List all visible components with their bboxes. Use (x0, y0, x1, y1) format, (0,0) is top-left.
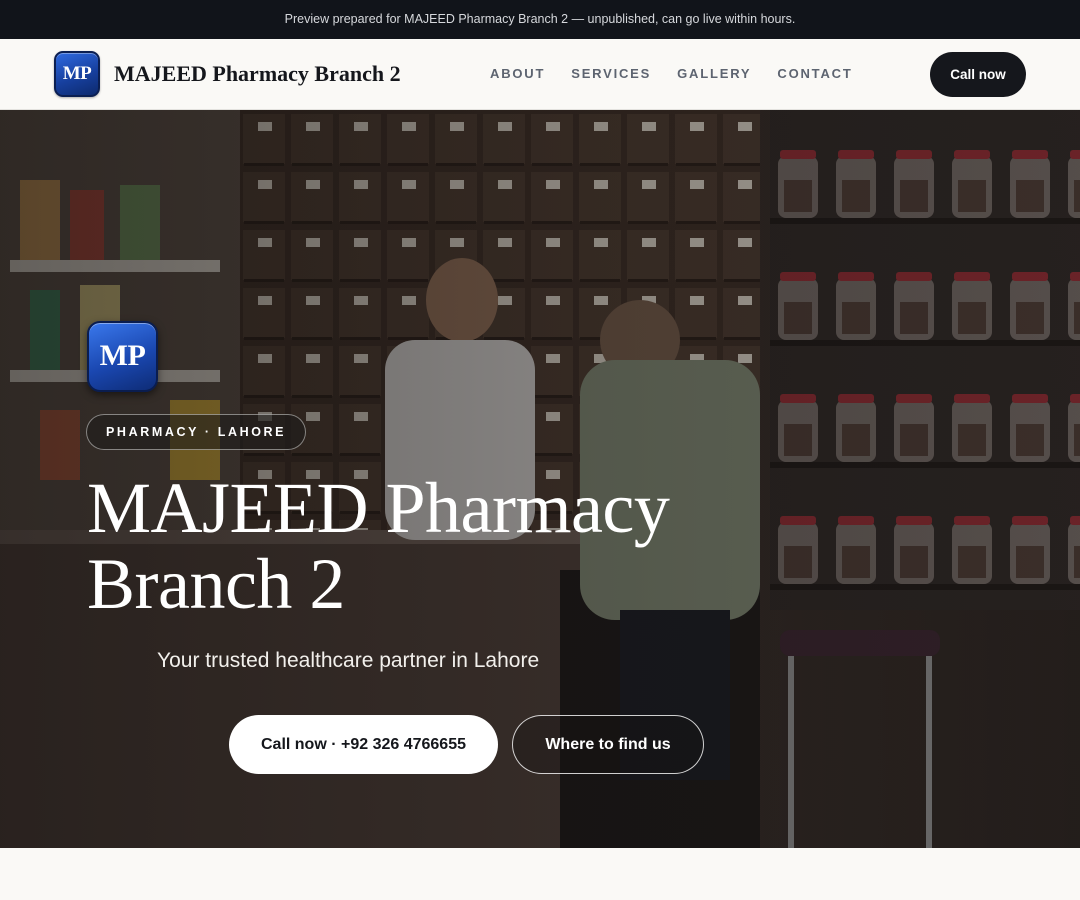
call-now-button[interactable]: Call now · +92 326 4766655 (229, 715, 498, 774)
nav-link-contact[interactable]: CONTACT (777, 66, 852, 81)
hero-tagline: Your trusted healthcare partner in Lahor… (157, 649, 540, 672)
announcement-bar: Preview prepared for MAJEED Pharmacy Bra… (0, 0, 1080, 39)
nav-link-gallery[interactable]: GALLERY (677, 66, 751, 81)
next-section (0, 848, 1080, 900)
hero-section: MP PHARMACY · LAHORE MAJEED Pharmacy Bra… (0, 110, 1080, 848)
main-nav: ABOUT SERVICES GALLERY CONTACT (490, 66, 853, 81)
announcement-text: Preview prepared for MAJEED Pharmacy Bra… (284, 12, 796, 26)
brand-name[interactable]: MAJEED Pharmacy Branch 2 (114, 61, 401, 87)
site-header: MP MAJEED Pharmacy Branch 2 ABOUT SERVIC… (0, 39, 1080, 110)
brand-logo[interactable]: MP (54, 51, 100, 97)
find-us-button[interactable]: Where to find us (512, 715, 704, 774)
nav-link-services[interactable]: SERVICES (571, 66, 651, 81)
hero-title: MAJEED Pharmacy Branch 2 (87, 468, 670, 624)
header-call-button[interactable]: Call now (930, 52, 1026, 97)
hero-logo: MP (87, 321, 158, 392)
nav-link-about[interactable]: ABOUT (490, 66, 545, 81)
category-badge: PHARMACY · LAHORE (86, 414, 307, 450)
